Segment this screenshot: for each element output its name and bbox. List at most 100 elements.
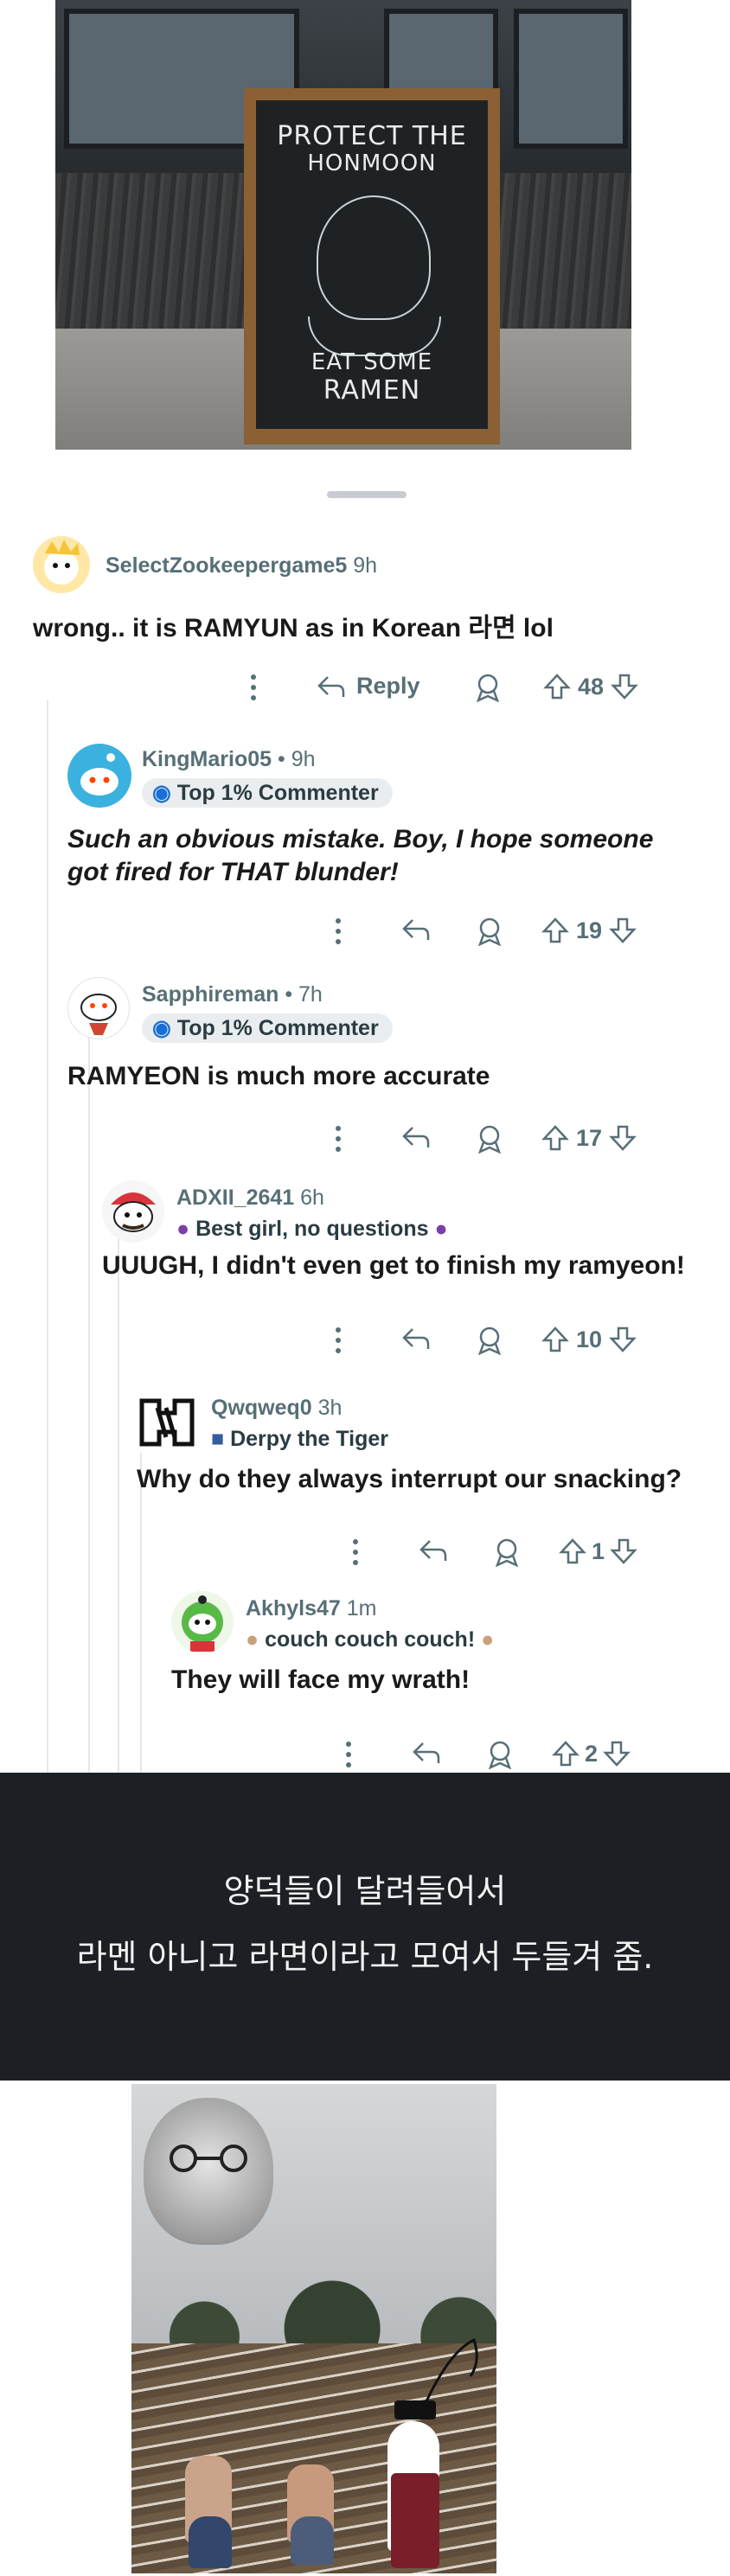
more-options-icon[interactable] xyxy=(334,1326,343,1355)
vote-control: 19 xyxy=(541,917,637,944)
downvote-icon[interactable] xyxy=(611,673,638,700)
more-options-icon[interactable] xyxy=(334,1124,343,1154)
user-flair: ● Best girl, no questions ● xyxy=(176,1217,448,1241)
more-options-icon[interactable] xyxy=(249,673,258,702)
worker-pants-2 xyxy=(291,2516,334,2565)
score: 2 xyxy=(585,1740,599,1767)
worker-pants-1 xyxy=(189,2516,232,2568)
comment-age: 9h xyxy=(353,553,378,578)
flair-emoji-icon: ● xyxy=(176,1217,190,1241)
reply-label: Reply xyxy=(356,673,420,699)
comment-actions: 1 xyxy=(351,1537,714,1572)
reply-icon xyxy=(317,675,345,697)
comment-actions: 17 xyxy=(334,1124,714,1159)
upvote-icon[interactable] xyxy=(559,1537,586,1565)
comment-author[interactable]: Akhyls47 xyxy=(246,1596,341,1620)
caption-line-2: 라멘 아니고 라면이라고 모여서 두들겨 줌. xyxy=(76,1938,654,1976)
upvote-icon[interactable] xyxy=(552,1740,580,1767)
avatar[interactable] xyxy=(102,1180,164,1243)
reply-icon[interactable] xyxy=(419,1537,448,1563)
comment-actions: Reply 48 xyxy=(249,673,716,707)
vote-control: 10 xyxy=(541,1326,637,1353)
couch-emoji-icon: ● xyxy=(246,1627,259,1652)
comment-author[interactable]: ADXII_2641 xyxy=(176,1186,294,1210)
score: 48 xyxy=(578,673,605,700)
reply-icon[interactable] xyxy=(401,1326,431,1352)
comment-kingmario05: KingMario05 • 9h ◉ Top 1% Commenter Such… xyxy=(67,744,708,946)
overseer-robe xyxy=(391,2473,439,2568)
reply-icon[interactable] xyxy=(412,1740,441,1766)
comment-akhyls47: Akhyls47 1m ● couch couch couch! ● They … xyxy=(171,1591,716,1773)
commenter-badge-icon: ◉ xyxy=(152,781,171,805)
sign-line-2: HONMOON xyxy=(307,150,437,176)
chalkboard-sign: PROTECT THE HONMOON EAT SOME RAMEN xyxy=(244,88,500,444)
comment-age: 1m xyxy=(346,1596,377,1620)
comment-actions: 10 xyxy=(334,1326,714,1360)
reply-icon[interactable] xyxy=(401,917,431,943)
avatar[interactable] xyxy=(67,744,131,808)
commenter-badge-icon: ◉ xyxy=(152,1016,171,1040)
meme-photo xyxy=(131,2084,496,2573)
comment-adxii-2641: ADXII_2641 6h ● Best girl, no questions … xyxy=(102,1180,716,1355)
downvote-icon[interactable] xyxy=(603,1740,631,1767)
user-flair: ◉ Top 1% Commenter xyxy=(142,1013,393,1043)
downvote-icon[interactable] xyxy=(610,1537,637,1565)
award-icon[interactable] xyxy=(476,1326,503,1355)
comment-actions: 19 xyxy=(334,917,714,951)
avatar[interactable] xyxy=(171,1591,234,1653)
drag-handle[interactable] xyxy=(327,491,407,498)
award-icon[interactable] xyxy=(476,1124,503,1154)
more-options-icon[interactable] xyxy=(351,1537,360,1567)
reply-icon[interactable] xyxy=(401,1124,431,1150)
vote-control: 48 xyxy=(543,673,638,700)
vote-control: 2 xyxy=(552,1740,631,1767)
comment-author[interactable]: Qwqweq0 xyxy=(211,1396,312,1420)
score: 17 xyxy=(576,1124,603,1151)
user-flair: ■ Derpy the Tiger xyxy=(211,1427,388,1451)
upvote-icon[interactable] xyxy=(541,1124,569,1152)
tiger-icon: ■ xyxy=(211,1427,225,1451)
thread-line[interactable] xyxy=(47,700,48,1773)
sign-line-1: PROTECT THE xyxy=(277,121,467,151)
award-icon[interactable] xyxy=(476,917,503,946)
award-icon[interactable] xyxy=(493,1537,521,1567)
score: 10 xyxy=(576,1326,603,1352)
more-options-icon[interactable] xyxy=(334,917,343,946)
flair-emoji-icon: ● xyxy=(434,1217,448,1241)
vote-control: 17 xyxy=(541,1124,637,1152)
comment-author[interactable]: KingMario05 xyxy=(142,747,272,771)
reply-button[interactable]: Reply xyxy=(317,673,420,700)
score: 19 xyxy=(576,917,603,943)
caption-line-1: 양덕들이 달려들어서 xyxy=(223,1872,507,1910)
comment-sheet: SelectZookeepergame5 9h wrong.. it is RA… xyxy=(0,450,730,1773)
upvote-icon[interactable] xyxy=(541,1326,569,1353)
comment-sapphireman: Sapphireman • 7h ◉ Top 1% Commenter RAMY… xyxy=(67,977,708,1154)
comment-body: UUUGH, I didn't even get to finish my ra… xyxy=(102,1251,685,1280)
whip xyxy=(420,2337,478,2412)
avatar[interactable] xyxy=(33,536,90,593)
award-icon[interactable] xyxy=(486,1740,514,1769)
couch-emoji-icon: ● xyxy=(481,1627,495,1652)
sign-line-3: EAT SOME xyxy=(311,349,433,375)
comment-body: RAMYEON is much more accurate xyxy=(67,1062,490,1090)
vote-control: 1 xyxy=(559,1537,637,1565)
comment-body-line-1: Such an obvious mistake. Boy, I hope som… xyxy=(67,825,654,853)
comment-age: 7h xyxy=(298,982,323,1007)
comment-author[interactable]: SelectZookeepergame5 xyxy=(106,553,347,578)
comment-age: 9h xyxy=(291,747,316,771)
comment-body: They will face my wrath! xyxy=(171,1665,471,1694)
comment-actions: 2 xyxy=(344,1740,708,1771)
downvote-icon[interactable] xyxy=(609,1326,637,1353)
more-options-icon[interactable] xyxy=(344,1740,353,1769)
downvote-icon[interactable] xyxy=(609,917,637,944)
glasses xyxy=(170,2145,247,2172)
score: 1 xyxy=(592,1537,605,1564)
comment-author[interactable]: Sapphireman xyxy=(142,982,279,1007)
award-icon[interactable] xyxy=(474,673,502,702)
avatar[interactable] xyxy=(137,1392,197,1453)
avatar[interactable] xyxy=(67,977,130,1039)
comment-age: 6h xyxy=(300,1186,324,1210)
upvote-icon[interactable] xyxy=(543,673,571,700)
downvote-icon[interactable] xyxy=(609,1124,637,1152)
upvote-icon[interactable] xyxy=(541,917,569,944)
